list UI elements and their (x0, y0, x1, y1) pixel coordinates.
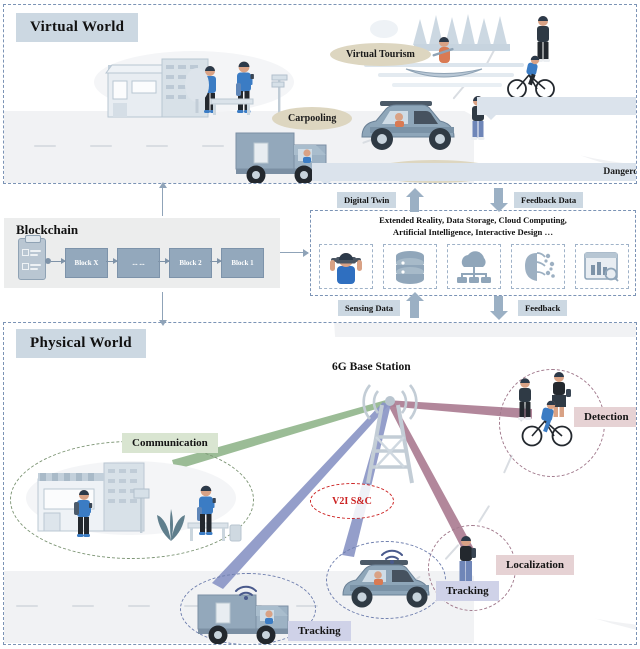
blockchain-down-arrow (157, 292, 169, 326)
middle-exchange-band: Blockchain Block X ... ... Block 2 Block… (0, 182, 640, 326)
block-item: Block 2 (169, 248, 212, 278)
blockchain-up-arrow (157, 182, 169, 216)
tag-detection: Detection (574, 407, 636, 427)
tech-cell-data-storage[interactable] (383, 244, 437, 289)
tag-tracking-truck: Tracking (288, 621, 351, 641)
clipboard-line (30, 264, 41, 266)
v2i-sc-label: V2I S&C (332, 495, 372, 507)
chain-link-arrow (210, 256, 222, 266)
clipboard-line (30, 254, 38, 256)
block-item: ... ... (117, 248, 160, 278)
vr-headset-icon (330, 252, 362, 284)
tech-caption: Extended Reality, Data Storage, Cloud Co… (311, 215, 635, 238)
clipboard-clip (25, 235, 41, 243)
physical-world-panel: Physical World 6G Base Station Radar Sig… (3, 322, 637, 645)
clipboard-checkbox (22, 249, 29, 256)
virtual-world-panel: Virtual World Virtual Tourism Carpooling… (3, 4, 637, 184)
callout-dangerous-truck: Dangerous ! (312, 163, 636, 183)
physical-world-title: Physical World (16, 329, 146, 358)
tech-caption-line1: Extended Reality, Data Storage, Cloud Co… (379, 215, 567, 225)
truck-wifi-icon (235, 585, 257, 600)
tech-cell-interactive-design[interactable] (575, 244, 629, 289)
cyclist-illustration (507, 55, 555, 99)
cloud-computing-icon (457, 250, 491, 283)
6g-base-station-tower (362, 384, 418, 484)
clipboard-line (30, 250, 41, 252)
tech-cell-cloud-computing[interactable] (447, 244, 501, 289)
block-item: Block X (65, 248, 108, 278)
feedback-arrow (489, 296, 508, 320)
label-digital-twin: Digital Twin (337, 192, 397, 208)
lane-dash (34, 145, 56, 147)
callout-carpooling: Carpooling (272, 107, 353, 130)
street-sign-icon (271, 74, 288, 113)
lane-dash (202, 145, 224, 147)
bench-icon (210, 98, 254, 115)
feedback-data-arrow (489, 188, 508, 212)
ai-brain-icon (525, 251, 555, 281)
cyclist-detection (521, 400, 573, 447)
suv-tracked-vehicle (342, 560, 430, 608)
tech-caption-line2: Artificial Intelligence, Interactive Des… (392, 226, 554, 237)
tag-localization: Localization (496, 555, 575, 575)
analytics-chart-icon (584, 251, 619, 282)
label-feedback-data: Feedback Data (514, 192, 584, 208)
tech-cell-extended-reality[interactable] (319, 244, 373, 289)
chain-link-arrow (51, 256, 66, 266)
tag-tracking-car: Tracking (436, 581, 499, 601)
clipboard-line (30, 268, 38, 270)
blockchain-panel: Blockchain Block X ... ... Block 2 Block… (4, 218, 280, 288)
sensing-data-arrow (405, 292, 424, 318)
lane-dash (146, 145, 168, 147)
tech-cell-artificial-intelligence[interactable] (511, 244, 565, 289)
callout-virtual-tourism: Virtual Tourism (330, 43, 431, 66)
car-wifi-icon (381, 549, 403, 564)
database-icon (396, 250, 424, 284)
chain-link-arrow (158, 256, 170, 266)
virtual-world-title: Virtual World (16, 13, 139, 42)
v2i-sc-ellipse: V2I S&C (310, 483, 394, 519)
person-phone-city-a (74, 490, 93, 537)
person-phone-city-b (197, 485, 216, 535)
tag-communication: Communication (122, 433, 218, 453)
clipboard-checkbox (22, 263, 29, 270)
label-feedback: Feedback (518, 300, 568, 316)
plant-icon (157, 509, 185, 541)
chain-link-arrow (106, 256, 118, 266)
block-item: Block 1 (221, 248, 264, 278)
base-station-label: 6G Base Station (332, 361, 411, 373)
tree-icon (185, 68, 209, 113)
label-sensing-data: Sensing Data (338, 300, 400, 316)
bus-stop-sign-icon (133, 488, 150, 533)
ledger-clipboard-icon (18, 235, 46, 280)
suv-vehicle (361, 101, 455, 150)
tech-capability-panel: Extended Reality, Data Storage, Cloud Co… (310, 210, 636, 296)
callout-dangerous-pedestrian: Dangerous ! (477, 97, 636, 120)
blockchain-to-tech-arrow (280, 247, 309, 259)
lane-dash (90, 145, 112, 147)
digital-twin-arrow (405, 188, 424, 212)
